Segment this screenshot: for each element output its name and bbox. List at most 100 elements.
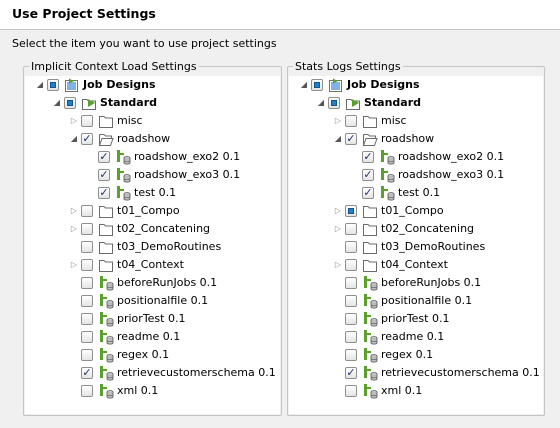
tree-item-priortest-0-1[interactable]: priorTest 0.1 xyxy=(25,310,280,328)
partial-check-icon xyxy=(331,100,337,106)
checkmark-icon: ✓ xyxy=(363,150,373,163)
tree-item-checkbox[interactable]: ✓ xyxy=(98,168,110,181)
tree-item-roadshow[interactable]: ◢ ✓ roadshow xyxy=(25,130,280,148)
tree-item-checkbox[interactable] xyxy=(81,385,93,397)
tree-item-checkbox[interactable] xyxy=(345,259,357,271)
tree-item-test-0-1[interactable]: ✓ test 0.1 xyxy=(289,184,543,202)
tree-item-roadshow[interactable]: ◢ ✓ roadshow xyxy=(289,130,543,148)
tree-item-roadshow-exo2-0-1[interactable]: ✓ roadshow_exo2 0.1 xyxy=(25,148,280,166)
tree-item-checkbox[interactable] xyxy=(81,331,93,343)
tree-item-checkbox[interactable] xyxy=(345,115,357,127)
tree-item-checkbox[interactable] xyxy=(345,385,357,397)
collapse-arrow-icon[interactable]: ◢ xyxy=(52,97,62,109)
tree-item-checkbox[interactable]: ✓ xyxy=(362,186,374,199)
tree-item-checkbox[interactable] xyxy=(345,205,357,217)
tree-item-standard[interactable]: ◢ Standard xyxy=(25,94,280,112)
job-folder-icon xyxy=(81,95,97,111)
tree-item-checkbox[interactable] xyxy=(311,79,323,91)
expand-arrow-icon[interactable]: ▷ xyxy=(69,259,79,271)
tree-item-test-0-1[interactable]: ✓ test 0.1 xyxy=(25,184,280,202)
tree-item-label: t02_Concatening xyxy=(117,222,211,235)
tree-item-t04-context[interactable]: ▷ t04_Context xyxy=(25,256,280,274)
checkmark-icon: ✓ xyxy=(82,132,92,145)
tree-item-checkbox[interactable]: ✓ xyxy=(81,132,93,145)
tree-item-checkbox[interactable] xyxy=(47,79,59,91)
folder-open-icon xyxy=(362,131,378,147)
tree-item-checkbox[interactable]: ✓ xyxy=(81,366,93,379)
tree-item-regex-0-1[interactable]: regex 0.1 xyxy=(25,346,280,364)
tree-item-label: test 0.1 xyxy=(398,186,441,199)
tree-item-checkbox[interactable]: ✓ xyxy=(345,132,357,145)
tree-item-roadshow-exo3-0-1[interactable]: ✓ roadshow_exo3 0.1 xyxy=(289,166,543,184)
tree-item-xml-0-1[interactable]: xml 0.1 xyxy=(289,382,543,400)
collapse-arrow-icon[interactable]: ◢ xyxy=(69,133,79,145)
tree-item-beforerunjobs-0-1[interactable]: beforeRunJobs 0.1 xyxy=(289,274,543,292)
tree-item-checkbox[interactable] xyxy=(81,295,93,307)
expand-arrow-icon[interactable]: ▷ xyxy=(333,205,343,217)
collapse-arrow-icon[interactable]: ◢ xyxy=(333,133,343,145)
tree-item-beforerunjobs-0-1[interactable]: beforeRunJobs 0.1 xyxy=(25,274,280,292)
tree-item-checkbox[interactable] xyxy=(345,349,357,361)
tree-item-t04-context[interactable]: ▷ t04_Context xyxy=(289,256,543,274)
tree-item-readme-0-1[interactable]: readme 0.1 xyxy=(289,328,543,346)
tree-item-misc[interactable]: ▷ misc xyxy=(25,112,280,130)
tree-item-checkbox[interactable] xyxy=(81,259,93,271)
tree-item-xml-0-1[interactable]: xml 0.1 xyxy=(25,382,280,400)
tree-item-job-designs[interactable]: ◢ Job Designs xyxy=(289,76,543,94)
expand-arrow-icon[interactable]: ▷ xyxy=(69,223,79,235)
tree-item-checkbox[interactable] xyxy=(345,223,357,235)
tree-item-label: roadshow_exo2 0.1 xyxy=(398,150,505,163)
tree-item-checkbox[interactable]: ✓ xyxy=(98,150,110,163)
expand-arrow-icon[interactable]: ▷ xyxy=(69,115,79,127)
tree-item-t03-demoroutines[interactable]: t03_DemoRoutines xyxy=(25,238,280,256)
tree-item-checkbox[interactable] xyxy=(345,295,357,307)
tree-item-label: positionalfile 0.1 xyxy=(381,294,473,307)
tree-item-readme-0-1[interactable]: readme 0.1 xyxy=(25,328,280,346)
tree-item-checkbox[interactable] xyxy=(64,97,76,109)
tree-item-positionalfile-0-1[interactable]: positionalfile 0.1 xyxy=(25,292,280,310)
tree-item-checkbox[interactable] xyxy=(328,97,340,109)
tree-item-checkbox[interactable] xyxy=(81,205,93,217)
tree-item-checkbox[interactable]: ✓ xyxy=(345,366,357,379)
tree-item-checkbox[interactable] xyxy=(81,349,93,361)
tree-item-job-designs[interactable]: ◢ Job Designs xyxy=(25,76,280,94)
tree-item-roadshow-exo2-0-1[interactable]: ✓ roadshow_exo2 0.1 xyxy=(289,148,543,166)
tree-item-t02-concatening[interactable]: ▷ t02_Concatening xyxy=(289,220,543,238)
tree-item-checkbox[interactable] xyxy=(345,313,357,325)
tree-item-label: Standard xyxy=(100,96,158,109)
tree-item-checkbox[interactable] xyxy=(81,277,93,289)
tree-item-t01-compo[interactable]: ▷ t01_Compo xyxy=(25,202,280,220)
tree-item-roadshow-exo3-0-1[interactable]: ✓ roadshow_exo3 0.1 xyxy=(25,166,280,184)
tree-item-t01-compo[interactable]: ▷ t01_Compo xyxy=(289,202,543,220)
tree-item-checkbox[interactable] xyxy=(81,313,93,325)
tree-item-checkbox[interactable]: ✓ xyxy=(362,150,374,163)
tree-item-priortest-0-1[interactable]: priorTest 0.1 xyxy=(289,310,543,328)
tree-item-t02-concatening[interactable]: ▷ t02_Concatening xyxy=(25,220,280,238)
tree-item-regex-0-1[interactable]: regex 0.1 xyxy=(289,346,543,364)
expand-arrow-icon[interactable]: ▷ xyxy=(333,223,343,235)
tree-item-checkbox[interactable] xyxy=(345,277,357,289)
tree-item-checkbox[interactable] xyxy=(345,331,357,343)
tree-item-retrievecustomerschema-0-1[interactable]: ✓ retrievecustomerschema 0.1 xyxy=(25,364,280,382)
tree-item-checkbox[interactable] xyxy=(81,223,93,235)
tree-item-checkbox[interactable] xyxy=(345,241,357,253)
tree-item-checkbox[interactable]: ✓ xyxy=(362,168,374,181)
tree-item-checkbox[interactable] xyxy=(81,115,93,127)
job-icon xyxy=(362,383,378,399)
tree-item-retrievecustomerschema-0-1[interactable]: ✓ retrievecustomerschema 0.1 xyxy=(289,364,543,382)
expand-arrow-icon[interactable]: ▷ xyxy=(333,259,343,271)
collapse-arrow-icon[interactable]: ◢ xyxy=(316,97,326,109)
tree-item-t03-demoroutines[interactable]: t03_DemoRoutines xyxy=(289,238,543,256)
expand-arrow-icon[interactable]: ▷ xyxy=(69,205,79,217)
tree-item-positionalfile-0-1[interactable]: positionalfile 0.1 xyxy=(289,292,543,310)
tree-item-standard[interactable]: ◢ Standard xyxy=(289,94,543,112)
stats-tree: ◢ Job Designs ◢ Standard ▷ misc ◢ ✓ roadshow ✓ roa… xyxy=(289,76,543,414)
collapse-arrow-icon[interactable]: ◢ xyxy=(299,79,309,91)
checkmark-icon: ✓ xyxy=(363,186,373,199)
expand-arrow-icon[interactable]: ▷ xyxy=(333,115,343,127)
tree-item-checkbox[interactable]: ✓ xyxy=(98,186,110,199)
collapse-arrow-icon[interactable]: ◢ xyxy=(35,79,45,91)
tree-item-checkbox[interactable] xyxy=(81,241,93,253)
tree-item-misc[interactable]: ▷ misc xyxy=(289,112,543,130)
tree-item-label: misc xyxy=(117,114,143,127)
